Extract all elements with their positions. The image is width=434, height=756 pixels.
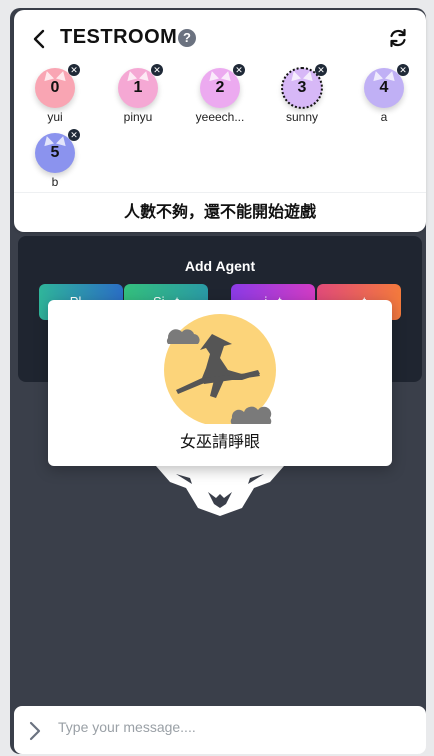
game-status-message: 人數不夠，還不能開始遊戲 bbox=[14, 192, 426, 232]
remove-player-icon[interactable]: ✕ bbox=[397, 64, 409, 76]
player-slot[interactable]: 5 ✕ b bbox=[25, 129, 85, 193]
remove-player-icon[interactable]: ✕ bbox=[151, 64, 163, 76]
player-slot[interactable]: 2 ✕ yeeech... bbox=[190, 64, 250, 128]
remove-player-icon[interactable]: ✕ bbox=[68, 129, 80, 141]
remove-player-icon[interactable]: ✕ bbox=[68, 64, 80, 76]
room-title: TESTROOM bbox=[60, 26, 178, 48]
player-name: yui bbox=[47, 110, 63, 124]
remove-player-icon[interactable]: ✕ bbox=[233, 64, 245, 76]
room-header: TESTROOM ? 0 ✕ yui 1 ✕ pinyu 2 ✕ yeeech.… bbox=[14, 10, 426, 232]
night-phase-modal: 女巫請睜眼 bbox=[48, 300, 392, 466]
player-slot[interactable]: 0 ✕ yui bbox=[25, 64, 85, 128]
player-slot-selected[interactable]: 3 ✕ sunny bbox=[272, 64, 332, 128]
help-icon[interactable]: ? bbox=[178, 29, 196, 47]
remove-player-icon[interactable]: ✕ bbox=[315, 64, 327, 76]
message-input[interactable] bbox=[58, 712, 414, 742]
add-agent-title: Add Agent bbox=[184, 258, 256, 274]
player-slot[interactable]: 1 ✕ pinyu bbox=[108, 64, 168, 128]
player-slot[interactable]: 4 ✕ a bbox=[354, 64, 414, 128]
back-arrow-icon[interactable] bbox=[30, 28, 50, 50]
player-name: sunny bbox=[285, 110, 319, 124]
title-row: TESTROOM ? bbox=[14, 24, 426, 54]
refresh-icon[interactable] bbox=[388, 28, 408, 48]
player-name: b bbox=[51, 175, 59, 189]
chevron-right-icon[interactable] bbox=[28, 720, 42, 742]
player-name: a bbox=[380, 110, 388, 124]
chat-input-bar bbox=[14, 706, 426, 754]
witch-icon bbox=[164, 314, 276, 424]
player-name: yeeech... bbox=[195, 110, 245, 124]
modal-message: 女巫請睜眼 bbox=[179, 434, 260, 451]
player-name: pinyu bbox=[123, 110, 153, 124]
